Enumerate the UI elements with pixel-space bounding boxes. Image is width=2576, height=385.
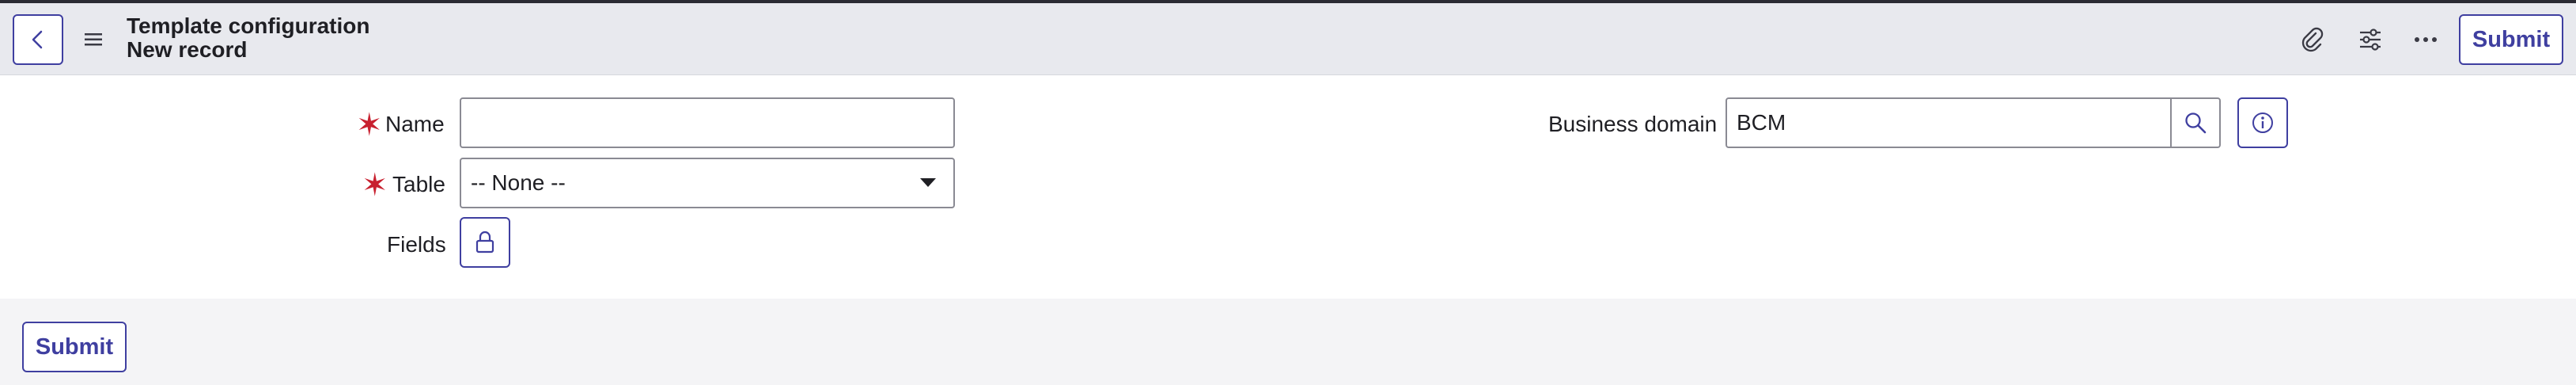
search-icon: [2185, 112, 2207, 134]
settings-sliders-icon: [2360, 29, 2381, 51]
info-icon: [2252, 112, 2273, 133]
form-header: Template configuration New record Submit: [0, 3, 2576, 75]
business-domain-info-button[interactable]: [2237, 97, 2288, 148]
table-select[interactable]: -- None --: [460, 158, 955, 208]
form-footer: [0, 299, 2576, 385]
required-indicator: ✶: [356, 108, 383, 143]
name-input[interactable]: [460, 97, 955, 148]
page-subtitle: New record: [127, 37, 248, 62]
page-title: Template configuration: [127, 13, 370, 38]
business-domain-lookup-button[interactable]: [2170, 97, 2221, 148]
name-label: Name: [385, 112, 445, 136]
table-label: Table: [392, 172, 445, 196]
fields-label: Fields: [387, 232, 446, 257]
chevron-down-icon: [920, 178, 936, 187]
attachment-icon: [2301, 27, 2324, 52]
menu-icon[interactable]: [82, 30, 106, 49]
back-button[interactable]: [13, 14, 63, 65]
more-icon: [2415, 37, 2437, 42]
attachment-button[interactable]: [2296, 24, 2328, 55]
page-title-block: Template configuration New record: [127, 14, 370, 62]
business-domain-label: Business domain: [1548, 112, 1718, 136]
fields-unlock-button[interactable]: [460, 217, 510, 268]
submit-button-footer[interactable]: Submit: [22, 322, 127, 372]
required-indicator: ✶: [362, 168, 388, 203]
form-settings-button[interactable]: [2354, 24, 2386, 55]
form-panel: ✶ Name ✶ Table -- None -- Fields Busines…: [0, 75, 2576, 299]
more-options-button[interactable]: [2410, 24, 2442, 55]
back-icon: [32, 30, 43, 49]
lock-icon: [475, 231, 494, 253]
business-domain-input[interactable]: BCM: [1726, 97, 2172, 148]
table-selected-value: -- None --: [471, 170, 566, 195]
submit-button-header[interactable]: Submit: [2459, 14, 2563, 65]
